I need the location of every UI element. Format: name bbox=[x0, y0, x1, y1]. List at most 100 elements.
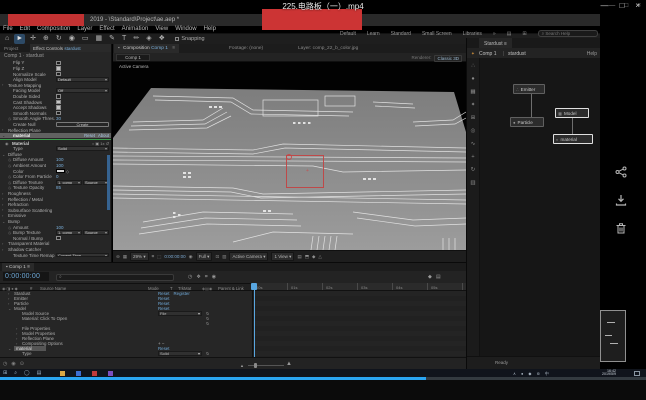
mask-visibility-icon[interactable]: ⌗ bbox=[152, 254, 155, 259]
dropdown[interactable]: Source▾ bbox=[83, 180, 109, 185]
comp-button-icon[interactable]: ▤ bbox=[436, 274, 441, 280]
tab-composition[interactable]: ▪ Composition Comp 1 ≡ bbox=[114, 44, 179, 53]
column-source-name[interactable]: Source Name bbox=[40, 286, 66, 291]
workspace-overflow-icon[interactable]: » bbox=[493, 31, 496, 37]
scrollbar[interactable] bbox=[107, 155, 110, 210]
mask-tool-icon[interactable]: ▦ bbox=[94, 34, 105, 44]
start-icon[interactable]: ⊞ bbox=[3, 370, 7, 376]
tab-timeline-comp[interactable]: ▪ Comp 1 ≡ bbox=[2, 263, 34, 271]
tray-dot-icon[interactable]: ● bbox=[521, 371, 523, 376]
clone-stamp-tool-icon[interactable]: ◈ bbox=[144, 34, 153, 44]
link-about[interactable]: About bbox=[98, 133, 109, 138]
tray-diamond-icon[interactable]: ◆ bbox=[528, 371, 531, 376]
add-node-icon[interactable]: + bbox=[471, 154, 474, 160]
workspace-learn[interactable]: Learn bbox=[367, 31, 380, 37]
column-trkmat[interactable]: TrkMat bbox=[178, 286, 191, 291]
channels-icon[interactable]: ▥ bbox=[222, 254, 226, 260]
fast-previews-icon[interactable]: ⬒ bbox=[305, 254, 309, 260]
property-value[interactable]: 100 bbox=[56, 163, 64, 168]
timeline-row[interactable]: TypeSolid▾↻ bbox=[0, 351, 252, 356]
exposure-icon[interactable]: △ bbox=[318, 254, 321, 260]
time-ruler[interactable]: 00s01s02s03s04s05s bbox=[253, 283, 466, 291]
region-of-interest-icon[interactable]: ⬚ bbox=[157, 254, 161, 260]
checkbox[interactable] bbox=[56, 66, 61, 71]
twirl-icon[interactable]: › bbox=[2, 241, 3, 246]
motion-blur-icon[interactable]: ⌗ bbox=[205, 274, 208, 280]
zoom-out-icon[interactable]: ▲ bbox=[240, 363, 244, 368]
twirl-icon[interactable]: › bbox=[2, 196, 3, 201]
timeline-jump-icon[interactable]: ◆ bbox=[312, 254, 315, 260]
emitter-node-icon[interactable]: ∴ bbox=[471, 63, 475, 69]
grid-guides-icon[interactable]: ▦ bbox=[123, 254, 127, 260]
selection-tool-icon[interactable]: ► bbox=[14, 34, 25, 44]
hand-tool-icon[interactable]: ✛ bbox=[28, 34, 38, 44]
resolution-menu[interactable]: Full ▾ bbox=[196, 252, 213, 261]
node-particle[interactable]: ●Particle bbox=[510, 117, 544, 127]
replicator-node-icon[interactable]: ↻ bbox=[471, 167, 476, 173]
model-node-icon[interactable]: ▦ bbox=[470, 89, 475, 95]
view-layout-menu[interactable]: 1 View ▾ bbox=[271, 252, 294, 261]
tray-network-icon[interactable]: ⊚ bbox=[536, 371, 539, 376]
node-emitter[interactable]: ∴Emitter bbox=[513, 84, 545, 94]
workspace-default[interactable]: Default bbox=[340, 31, 356, 37]
dropdown[interactable]: 1. comp▾ bbox=[56, 230, 82, 235]
pixel-aspect-icon[interactable]: ▤ bbox=[297, 254, 301, 260]
share-icon[interactable] bbox=[615, 166, 627, 178]
checkbox[interactable] bbox=[56, 236, 61, 241]
menu-file[interactable]: File bbox=[3, 26, 13, 33]
checkbox[interactable] bbox=[56, 105, 61, 110]
color-swatch[interactable] bbox=[56, 169, 65, 173]
column-parent-link[interactable]: Parent & Link bbox=[218, 286, 244, 291]
tab-layer[interactable]: Layer: comp_22_b_color.jpg bbox=[298, 46, 358, 51]
help-link[interactable]: Help bbox=[587, 51, 597, 57]
node-material[interactable]: ◐material bbox=[553, 134, 593, 144]
link-reset[interactable]: Reset bbox=[84, 133, 95, 138]
rotation-tool-icon[interactable]: ↻ bbox=[54, 34, 64, 44]
twirl-icon[interactable]: › bbox=[2, 207, 3, 212]
search-help-input[interactable]: ⌕ Search Help bbox=[538, 30, 598, 37]
dropdown[interactable]: Source▾ bbox=[83, 230, 109, 235]
taskbar-app-app-blue[interactable] bbox=[76, 371, 81, 376]
checkbox[interactable] bbox=[56, 111, 61, 116]
timeline-tracks[interactable]: 00s01s02s03s04s05s bbox=[252, 283, 466, 357]
property-value[interactable]: 0 bbox=[56, 174, 59, 179]
twirl-icon[interactable]: ⌄ bbox=[2, 133, 5, 138]
checkbox[interactable] bbox=[56, 72, 61, 77]
property-value[interactable]: 85 bbox=[56, 185, 61, 190]
menu-composition[interactable]: Composition bbox=[37, 26, 70, 33]
in-out-icon[interactable]: ⊙ bbox=[20, 361, 24, 367]
twirl-icon[interactable]: › bbox=[2, 127, 3, 132]
draft-3d-icon[interactable]: ◷ bbox=[188, 274, 192, 280]
checkbox[interactable] bbox=[56, 61, 61, 66]
viewport[interactable]: Active Camera bbox=[113, 62, 466, 250]
taskbar-app-explorer[interactable] bbox=[60, 371, 65, 376]
zoom-tool-icon[interactable]: ⊕ bbox=[41, 34, 51, 44]
checkbox[interactable] bbox=[56, 94, 61, 99]
menu-view[interactable]: View bbox=[155, 26, 168, 33]
twirl-icon[interactable]: › bbox=[2, 191, 3, 196]
download-icon[interactable] bbox=[615, 194, 627, 206]
dropdown[interactable]: 1. comp▾ bbox=[56, 180, 82, 185]
twirl-icon[interactable]: › bbox=[2, 213, 3, 218]
current-time-indicator[interactable] bbox=[254, 283, 255, 357]
property-value[interactable]: 100 bbox=[56, 225, 64, 230]
workspace-standard[interactable]: Standard bbox=[391, 31, 411, 37]
workspace-grid-icon[interactable]: ⊞ bbox=[522, 31, 526, 37]
selection-box[interactable] bbox=[286, 155, 324, 188]
snapping-checkbox[interactable] bbox=[175, 37, 180, 42]
snapping-toggle[interactable]: Snapping bbox=[175, 36, 205, 42]
tab-project[interactable]: Project bbox=[4, 46, 18, 51]
tab-footage[interactable]: Footage: (none) bbox=[229, 46, 263, 51]
menu-animation[interactable]: Animation bbox=[122, 26, 149, 33]
pan-behind-tool-icon[interactable]: ▭ bbox=[80, 34, 91, 44]
notification-center-icon[interactable] bbox=[634, 371, 640, 376]
grid-node-icon[interactable]: ⊞ bbox=[471, 115, 476, 121]
camera-menu[interactable]: Active Camera ▾ bbox=[229, 252, 268, 261]
menu-effect[interactable]: Effect bbox=[99, 26, 114, 33]
minimize-icon[interactable]: — bbox=[600, 1, 608, 10]
dropdown[interactable]: Default▾ bbox=[56, 77, 109, 82]
transfer-controls-icon[interactable]: ◉ bbox=[11, 361, 15, 367]
brush-tool-icon[interactable]: ✏ bbox=[131, 34, 141, 44]
dropdown[interactable]: Current Time▾ bbox=[56, 253, 109, 258]
comp-marker-icon[interactable]: ◆ bbox=[428, 274, 432, 280]
